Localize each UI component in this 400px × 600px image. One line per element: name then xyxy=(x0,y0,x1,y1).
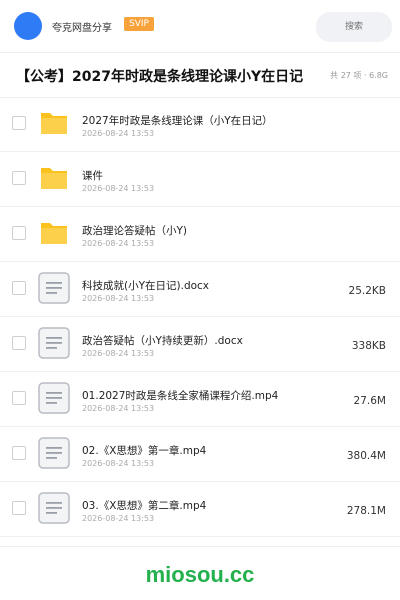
item-name: 01.2027时政是条线全家桶课程介绍.mp4 xyxy=(82,390,279,402)
document-icon xyxy=(38,382,70,414)
item-name: 课件 xyxy=(82,170,103,182)
document-icon xyxy=(38,492,70,524)
item-name: 科技成就(小Y在日记).docx xyxy=(82,280,210,292)
share-title-bar: 【公考】2027年时政是条线理论课小Y在日记 共 27 项 · 6.8G xyxy=(0,53,400,98)
list-item[interactable]: 政治答疑帖（小Y持续更新）.docx 2026-08-24 13:53 338K… xyxy=(0,317,400,372)
brand-label: 夸克网盘分享 xyxy=(52,23,112,34)
item-date: 2026-08-24 13:53 xyxy=(82,184,155,193)
document-icon xyxy=(38,437,70,469)
avatar[interactable] xyxy=(14,12,42,40)
divider xyxy=(0,546,400,547)
checkbox[interactable] xyxy=(12,116,26,130)
list-item[interactable]: 政治理论答疑帖（小Y) 2026-08-24 13:53 xyxy=(0,207,400,262)
item-count: 共 27 项 · 6.8G xyxy=(330,71,388,80)
checkbox[interactable] xyxy=(12,446,26,460)
watermark: miosou.cc xyxy=(145,562,255,587)
checkbox[interactable] xyxy=(12,336,26,350)
item-name: 政治答疑帖（小Y持续更新）.docx xyxy=(82,335,243,347)
item-date: 2026-08-24 13:53 xyxy=(82,349,155,358)
checkbox[interactable] xyxy=(12,391,26,405)
folder-icon xyxy=(41,223,67,244)
page-title: 【公考】2027年时政是条线理论课小Y在日记 xyxy=(16,69,304,85)
item-date: 2026-08-24 13:53 xyxy=(82,459,155,468)
item-size: 380.4M xyxy=(346,450,386,462)
item-name: 02.《X思想》第一章.mp4 xyxy=(82,445,207,457)
list-item[interactable]: 03.《X思想》第二章.mp4 2026-08-24 13:53 278.1M xyxy=(0,482,400,537)
item-date: 2026-08-24 13:53 xyxy=(82,294,155,303)
list-item[interactable]: 01.2027时政是条线全家桶课程介绍.mp4 2026-08-24 13:53… xyxy=(0,372,400,427)
item-name: 政治理论答疑帖（小Y) xyxy=(82,225,188,237)
item-size: 25.2KB xyxy=(348,285,386,297)
list-item[interactable]: 2027年时政是条线理论课（小Y在日记） 2026-08-24 13:53 xyxy=(0,97,400,152)
file-list: 2027年时政是条线理论课（小Y在日记） 2026-08-24 13:53 课件… xyxy=(0,97,400,537)
item-size: 338KB xyxy=(351,340,386,352)
document-icon xyxy=(38,327,70,359)
list-item[interactable]: 课件 2026-08-24 13:53 xyxy=(0,152,400,207)
checkbox[interactable] xyxy=(12,226,26,240)
item-size: 27.6M xyxy=(353,395,386,407)
item-date: 2026-08-24 13:53 xyxy=(82,404,155,413)
item-date: 2026-08-24 13:53 xyxy=(82,239,155,248)
checkbox[interactable] xyxy=(12,171,26,185)
item-date: 2026-08-24 13:53 xyxy=(82,129,155,138)
search-input[interactable] xyxy=(316,12,392,42)
item-date: 2026-08-24 13:53 xyxy=(82,514,155,523)
document-icon xyxy=(38,272,70,304)
item-name: 03.《X思想》第二章.mp4 xyxy=(82,500,207,512)
checkbox[interactable] xyxy=(12,501,26,515)
list-item[interactable]: 科技成就(小Y在日记).docx 2026-08-24 13:53 25.2KB xyxy=(0,262,400,317)
folder-icon xyxy=(41,168,67,189)
header-bar: 夸克网盘分享 SVIP xyxy=(0,0,400,53)
list-item[interactable]: 02.《X思想》第一章.mp4 2026-08-24 13:53 380.4M xyxy=(0,427,400,482)
checkbox[interactable] xyxy=(12,281,26,295)
item-name: 2027年时政是条线理论课（小Y在日记） xyxy=(82,115,273,127)
svip-badge[interactable]: SVIP xyxy=(124,17,154,31)
folder-icon xyxy=(41,113,67,134)
item-size: 278.1M xyxy=(346,505,386,517)
